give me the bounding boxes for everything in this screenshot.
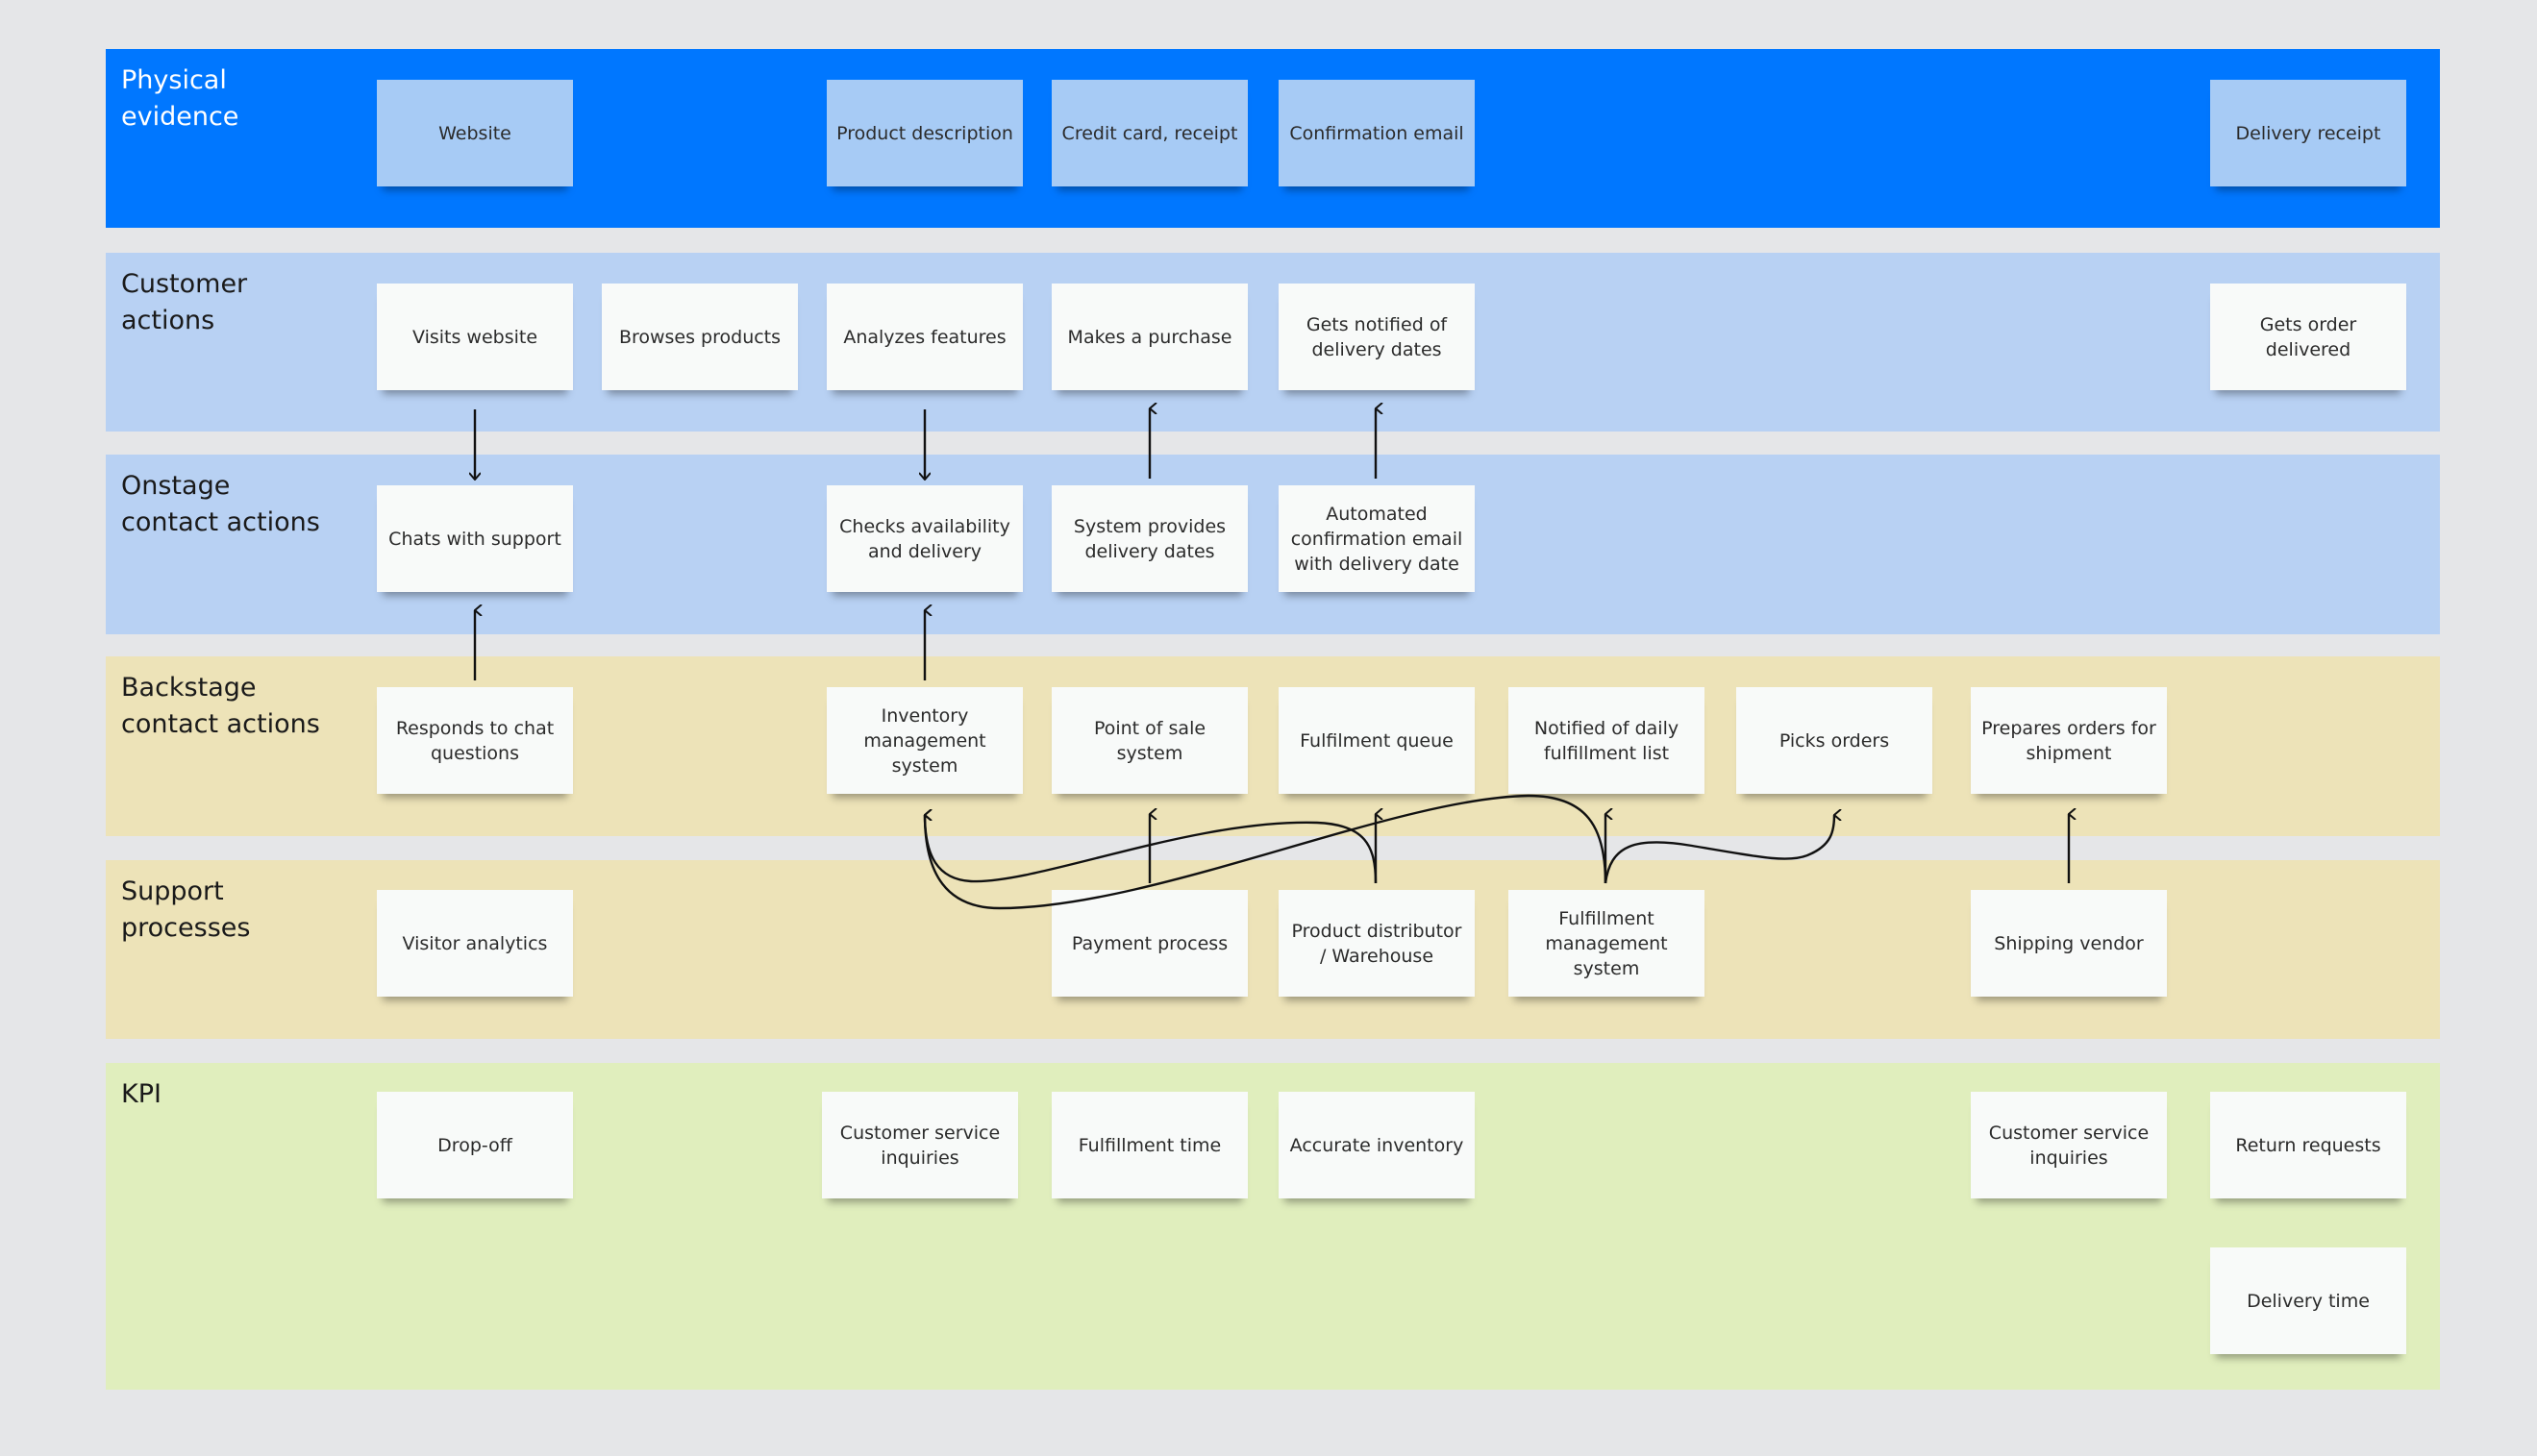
sticky-fulfillment-time[interactable]: Fulfillment time — [1052, 1092, 1248, 1198]
lane-title: Customer actions — [121, 269, 248, 335]
lane-title: Physical evidence — [121, 65, 239, 132]
sticky-customer-service-inquiries[interactable]: Customer service inquiries — [822, 1092, 1018, 1198]
sticky-customer-service-inquiries-2[interactable]: Customer service inquiries — [1971, 1092, 2167, 1198]
lane-title: Onstage contact actions — [121, 471, 320, 537]
sticky-accurate-inventory[interactable]: Accurate inventory — [1279, 1092, 1475, 1198]
sticky-fulfillment-management[interactable]: Fulfillment management system — [1508, 890, 1704, 997]
sticky-drop-off[interactable]: Drop-off — [377, 1092, 573, 1198]
sticky-analyzes-features[interactable]: Analyzes features — [827, 284, 1023, 390]
sticky-chats-with-support[interactable]: Chats with support — [377, 485, 573, 592]
sticky-gets-order-delivered[interactable]: Gets order delivered — [2210, 284, 2406, 390]
sticky-gets-notified[interactable]: Gets notified of delivery dates — [1279, 284, 1475, 390]
sticky-product-distributor[interactable]: Product distributor / Warehouse — [1279, 890, 1475, 997]
sticky-website[interactable]: Website — [377, 80, 573, 186]
sticky-makes-a-purchase[interactable]: Makes a purchase — [1052, 284, 1248, 390]
sticky-browses-products[interactable]: Browses products — [602, 284, 798, 390]
sticky-checks-availability[interactable]: Checks availability and delivery — [827, 485, 1023, 592]
sticky-inventory-management[interactable]: Inventory management system — [827, 687, 1023, 794]
sticky-prepares-orders[interactable]: Prepares orders for shipment — [1971, 687, 2167, 794]
sticky-product-description[interactable]: Product description — [827, 80, 1023, 186]
sticky-responds-to-chat[interactable]: Responds to chat questions — [377, 687, 573, 794]
sticky-visits-website[interactable]: Visits website — [377, 284, 573, 390]
sticky-return-requests[interactable]: Return requests — [2210, 1092, 2406, 1198]
sticky-point-of-sale[interactable]: Point of sale system — [1052, 687, 1248, 794]
sticky-picks-orders[interactable]: Picks orders — [1736, 687, 1932, 794]
lane-title: Support processes — [121, 876, 251, 943]
sticky-fulfilment-queue[interactable]: Fulfilment queue — [1279, 687, 1475, 794]
sticky-automated-confirmation[interactable]: Automated confirmation email with delive… — [1279, 485, 1475, 592]
sticky-credit-card-receipt[interactable]: Credit card, receipt — [1052, 80, 1248, 186]
sticky-confirmation-email[interactable]: Confirmation email — [1279, 80, 1475, 186]
sticky-payment-process[interactable]: Payment process — [1052, 890, 1248, 997]
sticky-delivery-receipt[interactable]: Delivery receipt — [2210, 80, 2406, 186]
sticky-system-provides-dates[interactable]: System provides delivery dates — [1052, 485, 1248, 592]
lane-title: KPI — [121, 1079, 162, 1109]
sticky-notified-daily-list[interactable]: Notified of daily fulfillment list — [1508, 687, 1704, 794]
sticky-delivery-time[interactable]: Delivery time — [2210, 1247, 2406, 1354]
lane-title: Backstage contact actions — [121, 673, 320, 739]
sticky-visitor-analytics[interactable]: Visitor analytics — [377, 890, 573, 997]
sticky-shipping-vendor[interactable]: Shipping vendor — [1971, 890, 2167, 997]
